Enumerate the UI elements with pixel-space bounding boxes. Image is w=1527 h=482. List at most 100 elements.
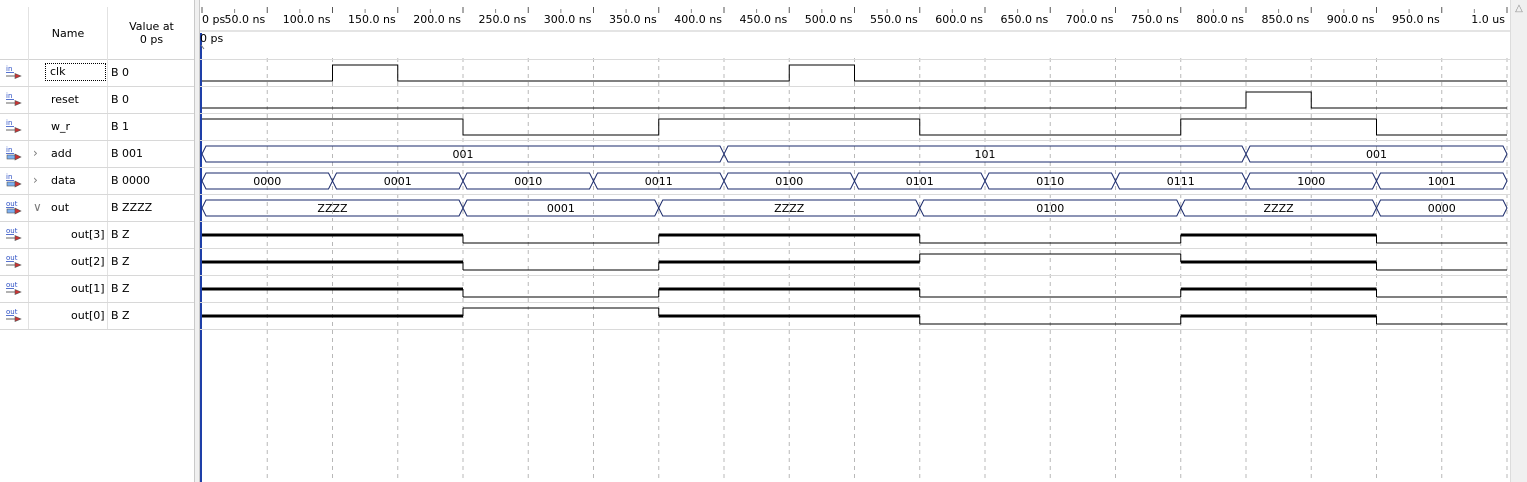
signal-name: out[2] bbox=[71, 255, 105, 268]
bus-value-label: 0011 bbox=[645, 175, 673, 188]
signal-value: B Z bbox=[111, 282, 130, 295]
signal-name: out[1] bbox=[71, 282, 105, 295]
signal-row-out1[interactable]: out out[1] B Z bbox=[0, 276, 195, 303]
svg-text:in: in bbox=[6, 146, 12, 154]
bus-value-label: 0010 bbox=[514, 175, 542, 188]
signal-name: out bbox=[51, 201, 70, 214]
ruler-tick-label: 250.0 ns bbox=[479, 13, 527, 26]
input-pin-icon: in bbox=[5, 91, 23, 108]
vertical-scrollbar[interactable]: △ bbox=[1510, 0, 1527, 482]
waveform-canvas[interactable]: 0 ps 50.0 ns 100.0 ns 150.0 ns 200.0 ns 250.0… bbox=[200, 0, 1510, 482]
signal-row-out0[interactable]: out out[0] B Z bbox=[0, 303, 195, 330]
value-header-line2: 0 ps bbox=[139, 33, 164, 46]
bus-value-label: 0000 bbox=[253, 175, 281, 188]
ruler-tick-label: 100.0 ns bbox=[283, 13, 331, 26]
ruler-tick-label: 750.0 ns bbox=[1131, 13, 1179, 26]
svg-text:in: in bbox=[6, 173, 12, 181]
bus-value-label: 001 bbox=[1366, 148, 1387, 161]
svg-text:out: out bbox=[6, 308, 18, 316]
ruler-tick-label: 500.0 ns bbox=[805, 13, 853, 26]
output-pin-icon: out bbox=[5, 253, 23, 270]
value-column-header[interactable]: Value at 0 ps bbox=[108, 7, 195, 59]
bus-value-label: 1000 bbox=[1297, 175, 1325, 188]
signal-value: B ZZZZ bbox=[111, 201, 153, 214]
waveform-view[interactable]: 0 ps 50.0 ns 100.0 ns 150.0 ns 200.0 ns 250.0… bbox=[200, 0, 1510, 482]
ruler-tick-label: 950.0 ns bbox=[1392, 13, 1440, 26]
signal-name: data bbox=[51, 174, 76, 187]
value-column-label: Value at 0 ps bbox=[129, 20, 174, 46]
input-bus-icon: in bbox=[5, 172, 23, 189]
signal-value: B 001 bbox=[111, 147, 144, 160]
ruler-tick-label: 800.0 ns bbox=[1196, 13, 1244, 26]
svg-text:out: out bbox=[6, 200, 18, 208]
svg-text:in: in bbox=[6, 65, 12, 73]
signal-list-panel: Name Value at 0 ps in clk B 0 in reset B 0 in w… bbox=[0, 0, 195, 482]
ruler-tick-label: 650.0 ns bbox=[1001, 13, 1049, 26]
signal-name: out[3] bbox=[71, 228, 105, 241]
grid-lines bbox=[266, 58, 1508, 482]
signal-value: B Z bbox=[111, 255, 130, 268]
bus-value-label: 0101 bbox=[906, 175, 934, 188]
svg-text:out: out bbox=[6, 254, 18, 262]
ruler-tick-label: 200.0 ns bbox=[413, 13, 461, 26]
bus-value-label: 0000 bbox=[1428, 202, 1456, 215]
signal-value: B 0000 bbox=[111, 174, 151, 187]
value-header-line1: Value at bbox=[129, 20, 174, 33]
scroll-up-arrow-icon[interactable]: △ bbox=[1514, 4, 1524, 14]
input-pin-icon: in bbox=[5, 118, 23, 135]
signal-name: reset bbox=[51, 93, 79, 106]
signal-row-w_r[interactable]: in w_r B 1 bbox=[0, 114, 195, 141]
bus-value-label: ZZZZ bbox=[317, 202, 348, 215]
trace-out3 bbox=[202, 233, 1507, 244]
signal-name: clk bbox=[45, 63, 106, 81]
bus-value-label: 0100 bbox=[1036, 202, 1064, 215]
ruler-tick-label: 700.0 ns bbox=[1066, 13, 1114, 26]
signal-row-add[interactable]: in › add B 001 bbox=[0, 141, 195, 168]
svg-text:out: out bbox=[6, 227, 18, 235]
signal-value: B 0 bbox=[111, 66, 130, 79]
time-ruler: 0 ps 50.0 ns 100.0 ns 150.0 ns 200.0 ns 250.0… bbox=[200, 7, 1510, 32]
bus-value-label: ZZZZ bbox=[774, 202, 805, 215]
bus-value-label: 001 bbox=[453, 148, 474, 161]
bus-value-label: 0001 bbox=[384, 175, 412, 188]
svg-text:out: out bbox=[6, 281, 18, 289]
signal-row-clk[interactable]: in clk B 0 bbox=[0, 60, 195, 87]
ruler-tick-label: 900.0 ns bbox=[1327, 13, 1375, 26]
ruler-tick-label: 150.0 ns bbox=[348, 13, 396, 26]
name-column-label: Name bbox=[51, 26, 85, 40]
input-bus-icon: in bbox=[5, 145, 23, 162]
signal-row-reset[interactable]: in reset B 0 bbox=[0, 87, 195, 114]
output-pin-icon: out bbox=[5, 280, 23, 297]
signal-row-out3[interactable]: out out[3] B Z bbox=[0, 222, 195, 249]
chevron-right-icon[interactable]: › bbox=[33, 174, 43, 186]
signal-name: add bbox=[51, 147, 72, 160]
ruler-tick-label: 550.0 ns bbox=[870, 13, 918, 26]
bus-value-label: 0110 bbox=[1036, 175, 1064, 188]
name-column-header[interactable]: Name bbox=[29, 7, 107, 59]
ruler-tick-label: 350.0 ns bbox=[609, 13, 657, 26]
chevron-right-icon[interactable]: › bbox=[33, 147, 43, 159]
bus-value-label: 101 bbox=[975, 148, 996, 161]
chevron-down-icon[interactable]: ∨ bbox=[33, 201, 43, 213]
output-bus-icon: out bbox=[5, 199, 23, 216]
ruler-tick-label: 300.0 ns bbox=[544, 13, 592, 26]
signal-value: B Z bbox=[111, 228, 130, 241]
ruler-tick-label: 1.0 us bbox=[1471, 13, 1505, 26]
input-pin-icon: in bbox=[5, 64, 23, 81]
signal-value: B 1 bbox=[111, 120, 130, 133]
svg-text:in: in bbox=[6, 119, 12, 127]
ruler-tick-label: 450.0 ns bbox=[740, 13, 788, 26]
signal-row-out2[interactable]: out out[2] B Z bbox=[0, 249, 195, 276]
cursor-time-label: 0 ps bbox=[200, 32, 223, 45]
output-pin-icon: out bbox=[5, 226, 23, 243]
signal-row-data[interactable]: in › data B 0000 bbox=[0, 168, 195, 195]
signal-row-out[interactable]: out ∨ out B ZZZZ bbox=[0, 195, 195, 222]
output-pin-icon: out bbox=[5, 307, 23, 324]
ruler-tick-label: 600.0 ns bbox=[935, 13, 983, 26]
ruler-tick-label: 400.0 ns bbox=[674, 13, 722, 26]
ruler-tick-label: 50.0 ns bbox=[225, 13, 266, 26]
bus-value-label: 0001 bbox=[547, 202, 575, 215]
ruler-tick-label: 0 ps bbox=[202, 13, 225, 26]
signal-name: w_r bbox=[51, 120, 71, 133]
trace-out0 bbox=[202, 307, 1507, 325]
